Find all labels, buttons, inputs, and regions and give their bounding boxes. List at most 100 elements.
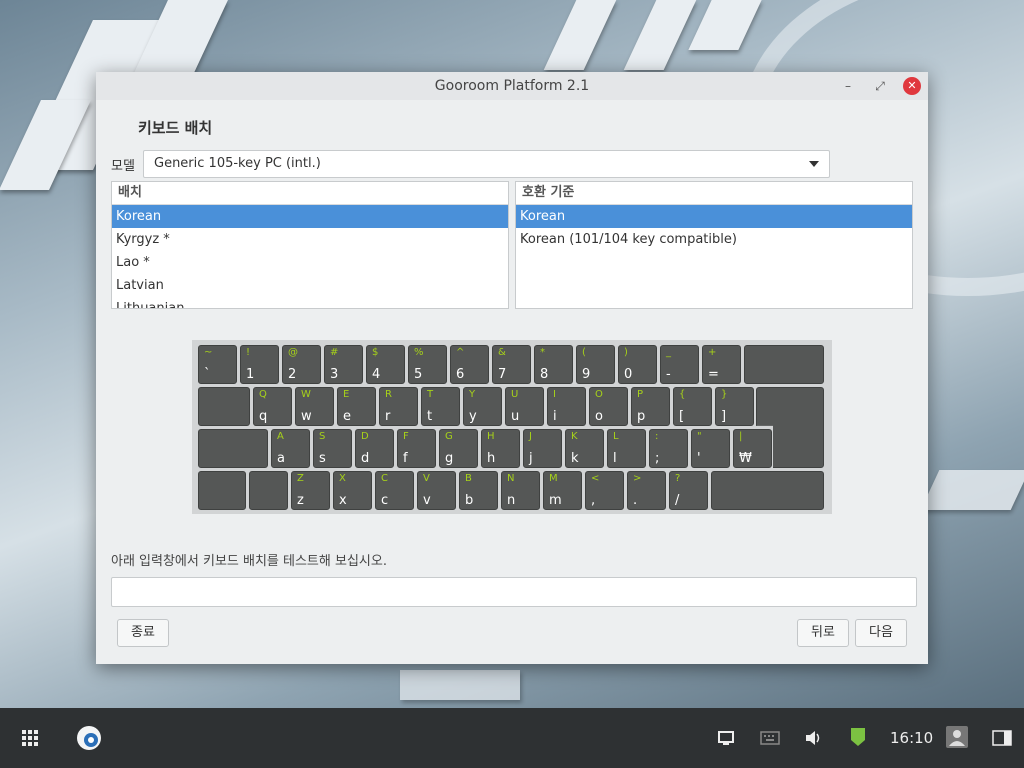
minimize-button[interactable]: – [839,77,857,95]
layout-item[interactable]: Korean [112,205,508,228]
key-shift-label: B [465,473,472,484]
security-shield-icon[interactable] [850,727,866,751]
clock[interactable]: 16:10 [890,729,933,747]
variant-item[interactable]: Korean (101/104 key compatible) [516,228,912,251]
test-label: 아래 입력창에서 키보드 배치를 테스트해 보십시오. [111,554,387,569]
key: ^ 6 [450,345,489,384]
key-shift-label: $ [372,347,379,358]
key-shift-label: _ [666,347,671,358]
restore-button[interactable]: ⤢ [871,77,889,95]
key-label: m [549,493,562,508]
back-button[interactable]: 뒤로 [797,619,849,647]
key-shift-label: < [591,473,600,484]
key-label: ₩ [739,451,752,466]
key: (9 [576,345,615,384]
key-shift-label: " [697,431,702,442]
notification-panel-icon[interactable] [992,730,1012,750]
model-select[interactable]: Generic 105-key PC (intl.) [143,150,830,178]
key-shift-label: | [739,431,743,442]
apps-grid-icon[interactable] [22,730,39,751]
layout-list[interactable]: 배치 Korean Kyrgyz * Lao * Latvian Lithuan… [111,181,509,309]
taskbar: 16:10 [0,708,1024,768]
test-input[interactable] [111,577,917,607]
model-value: Generic 105-key PC (intl.) [154,156,321,171]
key: Zz [291,471,330,510]
key-label: t [427,409,433,424]
quit-button[interactable]: 종료 [117,619,169,647]
key-shift-label: ? [675,473,681,484]
key-label: 9 [582,367,591,382]
key-shift-label: * [540,347,545,358]
key-label: a [277,451,285,466]
key-shift-label: ( [582,347,586,358]
key: | ₩ [733,429,772,468]
layout-list-header: 배치 [112,182,508,205]
key-label: 3 [330,367,339,382]
variant-list[interactable]: 호환 기준 Korean Korean (101/104 key compati… [515,181,913,309]
key-label: ] [721,409,727,424]
key: Tt [421,387,460,426]
key-label: f [403,451,408,466]
key: Ee [337,387,376,426]
keyboard-icon[interactable] [760,731,780,749]
key-label: h [487,451,496,466]
key-label: 6 [456,367,465,382]
key-shift-label: } [721,389,728,400]
right-shift-key [711,471,824,510]
wallpaper-bar [920,470,1024,510]
keyboard-preview: ~ `! 1 @2 #3 $4% 5 ^ 6 & 7 * 8(9) 0 _ - + = Qq Ww Ee Rr Tt Yy Uu… [192,340,832,514]
key: <, [585,471,624,510]
display-icon[interactable] [718,731,734,749]
key-label: ` [204,367,211,382]
layout-item[interactable]: Kyrgyz * [112,228,508,251]
key-label: 5 [414,367,423,382]
browser-icon[interactable] [76,725,102,755]
key: ! 1 [240,345,279,384]
key-shift-label: W [301,389,311,400]
key: ~ ` [198,345,237,384]
key-label: , [591,493,596,508]
key: Cc [375,471,414,510]
key-label: 7 [498,367,507,382]
key-shift-label: L [613,431,619,442]
key-shift-label: ~ [204,347,213,358]
key-shift-label: D [361,431,369,442]
key: Ll [607,429,646,468]
next-button[interactable]: 다음 [855,619,907,647]
key: }] [715,387,754,426]
key-label: y [469,409,477,424]
variant-item[interactable]: Korean [516,205,912,228]
key-shift-label: C [381,473,388,484]
key: % 5 [408,345,447,384]
key: + = [702,345,741,384]
key-label: c [381,493,389,508]
close-button[interactable]: ✕ [903,77,921,95]
key: Rr [379,387,418,426]
key: Xx [333,471,372,510]
model-label: 모델 [111,159,135,174]
key-label: v [423,493,431,508]
key: Yy [463,387,502,426]
key-label: u [511,409,520,424]
key: Ww [295,387,334,426]
wallpaper-bar [688,0,762,50]
layout-item[interactable]: Latvian [112,274,508,297]
key-shift-label: & [498,347,506,358]
layout-item[interactable]: Lao * [112,251,508,274]
volume-icon[interactable] [804,729,822,751]
key-label: 0 [624,367,633,382]
wallpaper-bar [400,670,520,700]
titlebar[interactable]: Gooroom Platform 2.1 – ⤢ ✕ [96,72,928,100]
user-icon[interactable] [946,726,968,752]
key: Oo [589,387,628,426]
layout-item[interactable]: Lithuanian [112,297,508,308]
key: Qq [253,387,292,426]
key: Hh [481,429,520,468]
key-label: = [708,367,719,382]
key: $4 [366,345,405,384]
key-label: . [633,493,638,508]
key-label: r [385,409,391,424]
key-shift-label: M [549,473,558,484]
key: Ff [397,429,436,468]
key-shift-label: G [445,431,453,442]
